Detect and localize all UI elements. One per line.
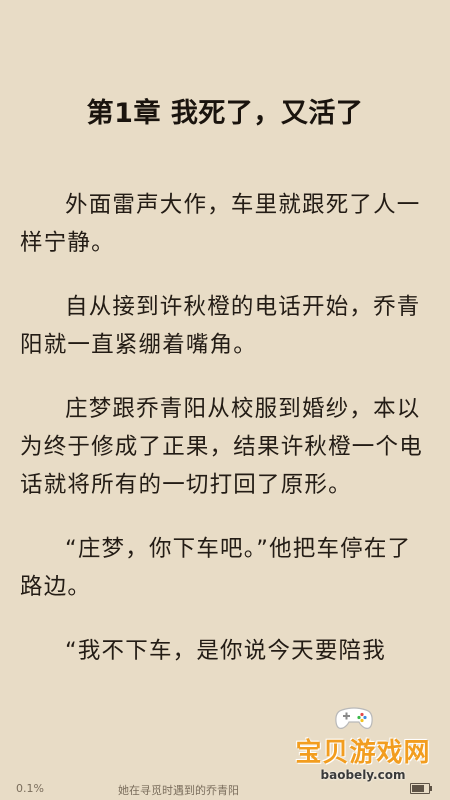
gamepad-icon — [335, 707, 373, 729]
watermark-text: 宝贝游戏网 — [295, 738, 431, 768]
paragraph: “我不下车，是你说今天要陪我 — [65, 638, 386, 664]
paragraph: 庄梦跟乔青阳从校服到婚纱，本以为终于修成了正果，结果许秋橙一个电话就将所有的一切… — [20, 396, 423, 498]
battery-fill — [412, 785, 424, 792]
paragraph: 外面雷声大作，车里就跟死了人一样宁静。 — [20, 192, 421, 256]
chapter-content: 外面雷声大作，车里就跟死了人一样宁静。 自从接到许秋橙的电话开始，乔青阳就一直紧… — [20, 186, 434, 696]
paragraph: “庄梦，你下车吧。”他把车停在了路边。 — [20, 536, 412, 600]
watermark-url: baobely.com — [320, 768, 406, 782]
watermark-logo: 宝贝游戏网 baobely.com — [288, 706, 438, 786]
reading-progress: 0.1% — [16, 782, 44, 795]
reader-page[interactable]: 第1章 我死了，又活了 外面雷声大作，车里就跟死了人一样宁静。 自从接到许秋橙的… — [0, 0, 450, 800]
chapter-title: 第1章 我死了，又活了 — [86, 98, 364, 129]
paragraph: 自从接到许秋橙的电话开始，乔青阳就一直紧绷着嘴角。 — [20, 294, 421, 358]
book-name: 她在寻觅时遇到的乔青阳 — [118, 784, 239, 797]
